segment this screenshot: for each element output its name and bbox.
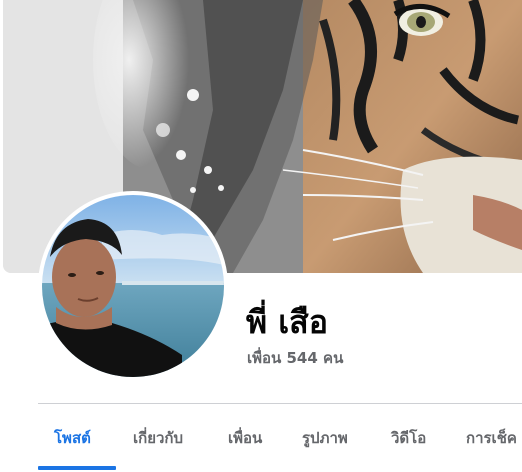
tab-photos[interactable]: รูปภาพ [302,404,348,470]
profile-name: พี่ เสือ [246,303,328,341]
active-tab-indicator [38,466,116,470]
friends-count-link[interactable]: เพื่อน 544 คน [247,347,343,369]
tab-check-ins[interactable]: การเช็ค [466,404,517,470]
profile-avatar[interactable] [38,191,228,381]
tab-about[interactable]: เกี่ยวกับ [133,404,183,470]
tab-videos[interactable]: วิดีโอ [391,404,426,470]
profile-tabs: โพสต์ เกี่ยวกับ เพื่อน รูปภาพ วิดีโอ การ… [38,404,522,472]
tab-friends[interactable]: เพื่อน [228,404,262,470]
tab-posts[interactable]: โพสต์ [54,404,91,470]
profile-page: พี่ เสือ เพื่อน 544 คน โพสต์ เกี่ยวกับ เ… [0,0,522,472]
avatar-photo [42,195,224,377]
